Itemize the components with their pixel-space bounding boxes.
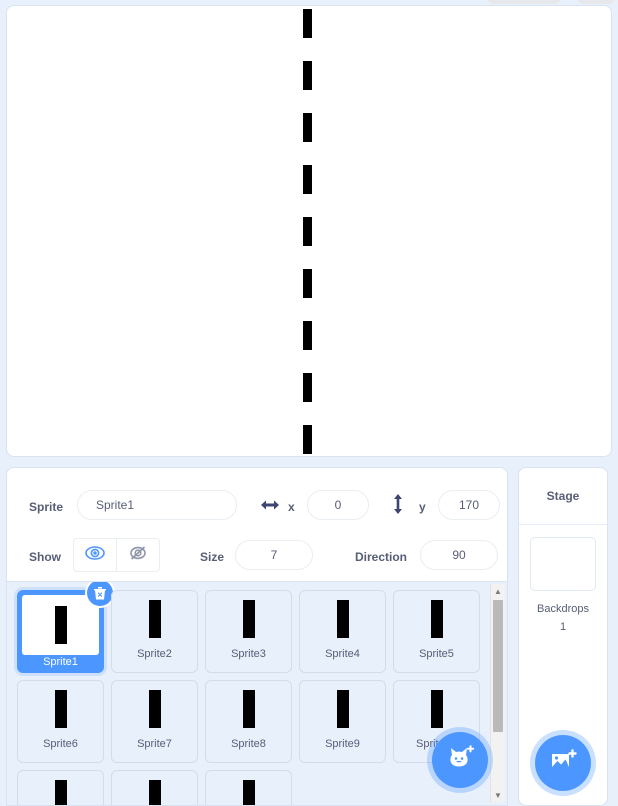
stage-sprite-dash[interactable]	[303, 217, 312, 246]
stage-sprite-dash[interactable]	[303, 61, 312, 90]
sprite-tile[interactable]: Sprite5	[393, 590, 480, 673]
sprite-tile-label: Sprite3	[231, 648, 266, 660]
sprite-list-pane: Sprite1 Sprite2 Sprite3 Sprite4 Sprite5 Sprit…	[6, 582, 508, 806]
sprite-thumbnail	[112, 771, 197, 805]
sprite-thumbnail	[300, 681, 385, 737]
sprite-costume-bar	[430, 600, 443, 638]
show-toggle-group	[73, 538, 160, 572]
x-label: x	[288, 500, 295, 514]
stage-size-bar[interactable]	[577, 0, 615, 4]
scroll-down-arrow[interactable]: ▼	[491, 788, 505, 802]
scrollbar-thumb[interactable]	[493, 600, 503, 732]
sprite-tile-label: Sprite8	[231, 738, 266, 750]
sprite-costume-bar	[336, 690, 349, 728]
add-backdrop-button[interactable]	[535, 735, 591, 791]
sprite-tile-label: Sprite9	[325, 738, 360, 750]
direction-input[interactable]: 90	[420, 540, 498, 570]
sprite-tile[interactable]: Sprite1	[17, 582, 113, 673]
eye-icon	[85, 545, 105, 565]
sprite-costume-bar	[148, 690, 161, 728]
sprite-tile[interactable]: Sprite12	[111, 770, 198, 805]
sprite-thumbnail	[18, 681, 103, 737]
sprite-costume-bar	[242, 600, 255, 638]
sprite-thumbnail	[18, 771, 103, 805]
stage-canvas[interactable]	[6, 5, 612, 457]
sprite-thumbnail	[22, 595, 99, 655]
sprite-thumbnail	[112, 681, 197, 737]
sprite-tile-label: Sprite7	[137, 738, 172, 750]
sprite-costume-bar	[430, 690, 443, 728]
size-label: Size	[200, 550, 225, 564]
hide-sprite-button[interactable]	[116, 539, 159, 571]
sprite-thumbnail	[300, 591, 385, 647]
sprite-tile[interactable]: Sprite2	[111, 590, 198, 673]
sprite-info-panel: Sprite Sprite1 x 0 y 170 Show Size 7 Dir…	[6, 467, 508, 582]
sprite-info-row-1: Sprite Sprite1 x 0 y 170	[7, 490, 507, 530]
stage-control-bar[interactable]	[487, 0, 561, 4]
sprite-thumbnail	[206, 591, 291, 647]
sprite-info-row-2: Show Size 7 Direction 90	[7, 538, 507, 580]
backdrops-label: Backdrops	[537, 603, 589, 615]
size-input[interactable]: 7	[235, 540, 313, 570]
sprite-tile-label: Sprite6	[43, 738, 78, 750]
sprite-tile-label: Sprite2	[137, 648, 172, 660]
stage-sprite-dash[interactable]	[303, 321, 312, 350]
sprite-thumbnail	[394, 681, 479, 737]
stage-pane-title: Stage	[519, 468, 607, 525]
direction-label: Direction	[355, 550, 408, 564]
sprite-tile[interactable]: Sprite7	[111, 680, 198, 763]
sprite-tile[interactable]: Sprite13	[205, 770, 292, 805]
stage-sprite-dash[interactable]	[303, 165, 312, 194]
eye-slash-icon	[128, 545, 148, 566]
sprite-tile-label: Sprite4	[325, 648, 360, 660]
stage-sprite-dash[interactable]	[303, 269, 312, 298]
sprite-tile[interactable]: Sprite4	[299, 590, 386, 673]
sprite-costume-bar	[336, 600, 349, 638]
sprite-list-scrollbar[interactable]: ▲ ▼	[490, 584, 505, 802]
sprite-costume-bar	[54, 780, 67, 805]
y-label: y	[419, 500, 426, 514]
sprite-costume-bar	[148, 600, 161, 638]
show-sprite-button[interactable]	[74, 539, 116, 571]
backdrops-count: 1	[559, 621, 567, 633]
arrows-horizontal-icon	[259, 496, 281, 519]
sprite-thumbnail	[112, 591, 197, 647]
sprite-tile-label: Sprite5	[419, 648, 454, 660]
show-label: Show	[29, 550, 61, 564]
stage-sprite-dash[interactable]	[303, 113, 312, 142]
stage-sprite-dash[interactable]	[303, 373, 312, 402]
sprite-costume-bar	[54, 606, 67, 644]
sprite-thumbnail	[206, 771, 291, 805]
sprite-thumbnail	[206, 681, 291, 737]
sprite-costume-bar	[242, 690, 255, 728]
sprite-costume-bar	[54, 690, 67, 728]
sprite-costume-bar	[242, 780, 255, 805]
scroll-up-arrow[interactable]: ▲	[491, 584, 505, 598]
x-input[interactable]: 0	[307, 490, 369, 520]
sprite-thumbnail	[394, 591, 479, 647]
sprite-name-label: Sprite	[29, 500, 64, 514]
sprite-tile[interactable]: Sprite11	[17, 770, 104, 805]
sprite-name-input[interactable]: Sprite1	[77, 490, 237, 520]
arrows-vertical-icon	[391, 492, 405, 521]
stage-sprite-dash[interactable]	[303, 425, 312, 454]
stage-thumbnail[interactable]	[530, 537, 596, 591]
y-input[interactable]: 170	[438, 490, 500, 520]
sprite-tile[interactable]: Sprite6	[17, 680, 104, 763]
sprite-tile-label: Sprite1	[43, 656, 78, 668]
image-plus-icon	[548, 748, 578, 779]
sprite-tile[interactable]: Sprite9	[299, 680, 386, 763]
sprite-grid: Sprite1 Sprite2 Sprite3 Sprite4 Sprite5 Sprit…	[17, 582, 487, 805]
sprite-tile[interactable]: Sprite3	[205, 590, 292, 673]
stage-sprite-dash[interactable]	[303, 9, 312, 38]
add-sprite-button[interactable]	[432, 732, 488, 788]
sprite-costume-bar	[148, 780, 161, 805]
sprite-tile[interactable]: Sprite8	[205, 680, 292, 763]
trash-icon	[94, 586, 106, 599]
delete-sprite-button[interactable]	[87, 582, 113, 606]
cat-plus-icon	[444, 743, 476, 778]
